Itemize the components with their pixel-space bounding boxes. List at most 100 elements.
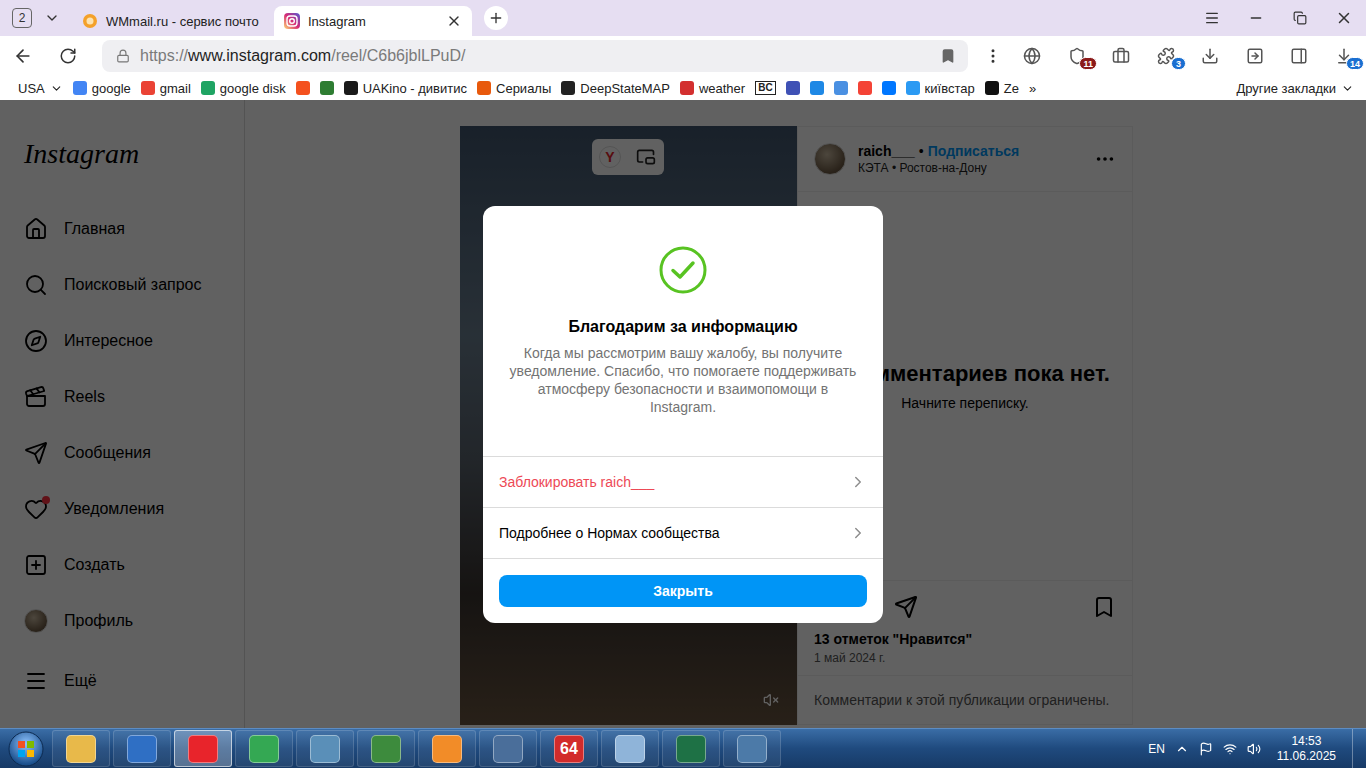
bookmark[interactable]: київстар — [906, 81, 975, 96]
bookmark[interactable] — [810, 81, 824, 95]
extension-button[interactable]: 14 — [1322, 41, 1366, 71]
bookmark[interactable]: google — [73, 81, 131, 96]
bookmark-favicon-icon — [858, 81, 872, 95]
wmmail-favicon-icon — [82, 13, 98, 29]
taskbar-app[interactable] — [235, 730, 293, 767]
menu-icon — [1204, 10, 1220, 26]
show-desktop-button[interactable] — [1352, 729, 1366, 768]
taskbar-app[interactable] — [418, 730, 476, 767]
app-icon — [188, 735, 218, 763]
bookmark-favicon-icon — [296, 81, 310, 95]
screen: 2 WMmail.ru - сервис почто Instagram https:… — [0, 0, 1366, 768]
windows-start-icon[interactable] — [7, 730, 45, 768]
reload-button[interactable] — [50, 41, 86, 71]
bookmark[interactable]: Ze — [985, 81, 1019, 96]
extension-button[interactable] — [1010, 41, 1055, 71]
bookmark-label: weather — [699, 81, 745, 96]
bookmarks-bar: USA google gmail google disk UAKino - дивити… — [0, 76, 1366, 100]
bookmark[interactable] — [320, 81, 334, 95]
bookmark[interactable]: google disk — [201, 81, 286, 96]
bookmark[interactable] — [882, 81, 896, 95]
bookmark-label: UAKino - дивитис — [363, 81, 467, 96]
app-icon — [737, 735, 767, 763]
close-window-button[interactable] — [1322, 3, 1366, 33]
bookmark[interactable] — [858, 81, 872, 95]
taskbar-app[interactable] — [296, 730, 354, 767]
bookmark[interactable] — [786, 81, 800, 95]
extension-button[interactable] — [1233, 41, 1278, 71]
check-circle-icon — [659, 246, 707, 294]
bookmark[interactable]: gmail — [141, 81, 191, 96]
extension-button[interactable] — [1099, 41, 1144, 71]
browser-tab[interactable]: WMmail.ru - сервис почто — [72, 6, 270, 36]
taskbar-app[interactable] — [723, 730, 781, 767]
clock[interactable]: 14:5311.06.2025 — [1271, 734, 1342, 764]
extension-button[interactable] — [1188, 41, 1233, 71]
bookmark-label: » — [1029, 81, 1036, 96]
volume-icon[interactable] — [1247, 742, 1261, 756]
tabs-dropdown[interactable] — [32, 3, 72, 33]
bookmark-menu[interactable]: USA — [18, 81, 63, 96]
bookmark-icon[interactable] — [940, 48, 956, 64]
other-bookmarks[interactable]: Другие закладки — [1236, 81, 1354, 96]
bookmark[interactable]: BC — [755, 81, 775, 95]
bookmark-favicon-icon — [141, 81, 155, 95]
show-hidden-icons-icon[interactable] — [1175, 742, 1189, 756]
bookmark-badge-icon: BC — [755, 81, 775, 95]
bookmark[interactable] — [834, 81, 848, 95]
close-icon — [1335, 9, 1353, 27]
network-icon[interactable] — [1223, 742, 1237, 756]
taskbar-app[interactable] — [601, 730, 659, 767]
taskbar-app[interactable] — [479, 730, 537, 767]
tab-count[interactable]: 2 — [12, 8, 32, 28]
browser-menu-button[interactable] — [1190, 3, 1234, 33]
close-icon — [446, 13, 462, 29]
modal-overlay[interactable]: Благодарим за информациюКогда мы рассмот… — [0, 100, 1366, 728]
bookmark[interactable]: DeepStateMAP — [561, 81, 670, 96]
minimize-button[interactable] — [1234, 3, 1278, 33]
app-icon — [432, 735, 462, 763]
minimize-icon — [1248, 10, 1264, 26]
bookmark-label: USA — [18, 81, 45, 96]
browser-tab[interactable]: Instagram — [274, 6, 472, 36]
bookmark-favicon-icon — [882, 81, 896, 95]
bookmark[interactable] — [296, 81, 310, 95]
action-center-icon[interactable] — [1199, 742, 1213, 756]
start-button[interactable] — [0, 729, 52, 768]
bookmark-favicon-icon — [320, 81, 334, 95]
more-vertical-icon — [984, 47, 1002, 65]
bookmark-favicon-icon — [477, 81, 491, 95]
taskbar-app[interactable] — [52, 730, 110, 767]
bookmark[interactable]: UAKino - дивитис — [344, 81, 467, 96]
modal-option[interactable]: Заблокировать raich___ — [483, 456, 883, 507]
bookmark[interactable]: Сериалы — [477, 81, 551, 96]
more-button[interactable] — [976, 41, 1010, 71]
address-field[interactable]: https://www.instagram.com/reel/C6b6jblLP… — [102, 40, 968, 72]
modal-option[interactable]: Подробнее о Нормах сообщества — [483, 507, 883, 558]
modal-option-label: Заблокировать raich___ — [499, 474, 654, 490]
taskbar-app[interactable] — [174, 730, 232, 767]
bookmark-favicon-icon — [834, 81, 848, 95]
chevron-down-icon — [50, 82, 63, 95]
tab-label: Instagram — [308, 14, 366, 29]
taskbar-app[interactable] — [357, 730, 415, 767]
tab-close[interactable] — [446, 13, 462, 29]
extension-button[interactable]: 11 — [1055, 41, 1100, 71]
close-button[interactable]: Закрыть — [499, 575, 867, 607]
new-tab-button[interactable] — [484, 6, 508, 30]
extension-button[interactable] — [1277, 41, 1322, 71]
app-icon — [310, 735, 340, 763]
restore-button[interactable] — [1278, 3, 1322, 33]
app-icon — [127, 735, 157, 763]
taskbar-app[interactable] — [662, 730, 720, 767]
extension-button[interactable]: 3 — [1144, 41, 1189, 71]
back-button[interactable] — [5, 41, 41, 71]
taskbar: 64 EN 14:5311.06.2025 — [0, 728, 1366, 768]
taskbar-app[interactable]: 64 — [540, 730, 598, 767]
bookmark[interactable]: weather — [680, 81, 745, 96]
taskbar-app[interactable] — [113, 730, 171, 767]
modal-message: Когда мы рассмотрим вашу жалобу, вы полу… — [507, 344, 859, 416]
language-indicator[interactable]: EN — [1148, 742, 1165, 756]
bookmark-label: Ze — [1004, 81, 1019, 96]
bookmarks-more[interactable]: » — [1029, 81, 1036, 96]
